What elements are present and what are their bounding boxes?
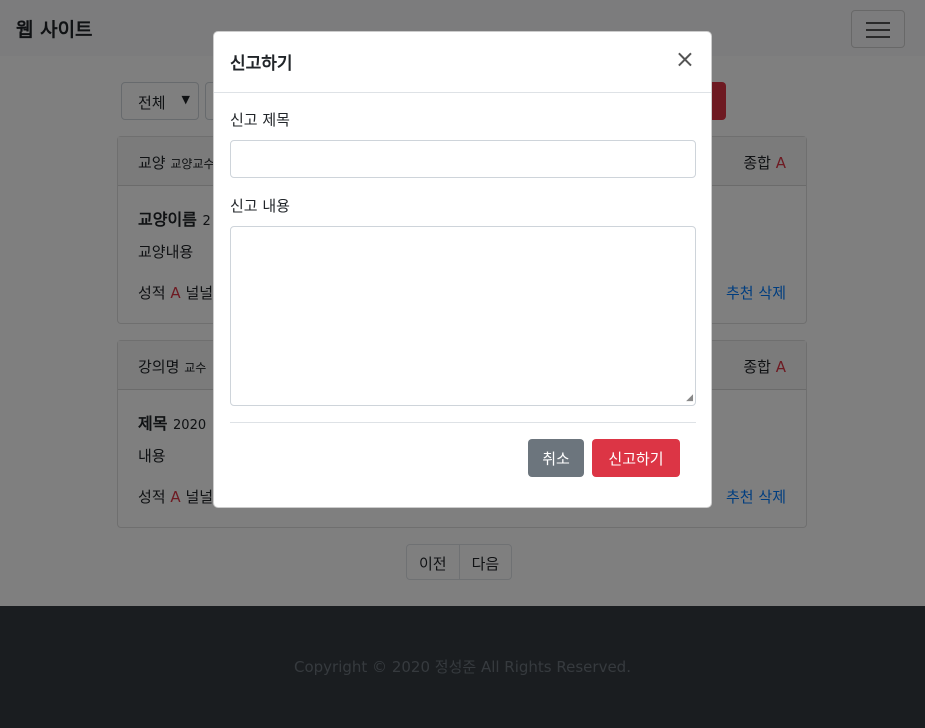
report-content-textarea[interactable]: ◢ bbox=[230, 226, 696, 406]
cancel-button[interactable]: 취소 bbox=[528, 439, 584, 477]
content-label: 신고 내용 bbox=[230, 197, 290, 215]
report-modal: 신고하기 × 신고 제목 신고 내용 ◢ 취소 신고하기 bbox=[213, 31, 712, 508]
modal-header: 신고하기 × bbox=[214, 32, 711, 93]
resize-handle-icon[interactable]: ◢ bbox=[686, 394, 693, 403]
modal-title: 신고하기 bbox=[230, 54, 293, 74]
submit-report-button[interactable]: 신고하기 bbox=[592, 439, 680, 477]
close-icon[interactable]: × bbox=[675, 47, 695, 71]
modal-divider bbox=[230, 422, 696, 423]
subject-label: 신고 제목 bbox=[230, 111, 290, 129]
report-subject-input[interactable] bbox=[230, 140, 696, 178]
